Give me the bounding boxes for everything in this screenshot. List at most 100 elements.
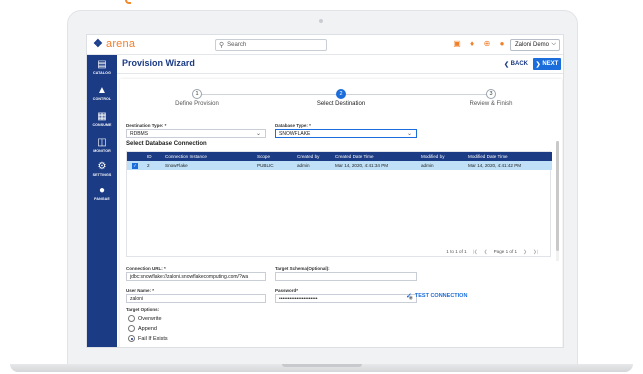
radio-button[interactable] — [128, 315, 135, 322]
wizard-card: 1 Define Provision 2 Select Destination … — [120, 79, 562, 347]
radio-label: Fail If Exists — [138, 335, 168, 342]
database-type-value: SNOWFLAKE — [279, 130, 311, 137]
sidebar: ▤ CATALOG ▲ CONTROL ▦ CONSUME ◫ MONITOR … — [87, 55, 117, 347]
user-name-input[interactable]: zaloni — [126, 294, 266, 303]
step-number: 3 — [486, 89, 496, 99]
radio-button[interactable] — [128, 335, 135, 342]
next-button[interactable]: ❯ NEXT — [533, 58, 561, 70]
password-value: •••••••••••••••••••••• — [279, 295, 318, 302]
pager-page: Page 1 of 1 — [493, 249, 518, 254]
step-select-destination[interactable]: 2 Select Destination — [301, 89, 381, 107]
top-icon-group: ▣ ♦ ⊕ ● — [452, 39, 507, 49]
back-button[interactable]: ❮ BACK — [501, 58, 531, 70]
chat-icon: ● — [98, 185, 106, 196]
column-header[interactable]: Modified by — [421, 152, 468, 161]
step-label: Define Provision — [175, 101, 219, 107]
step-review-finish[interactable]: 3 Review & Finish — [451, 89, 531, 107]
table-row[interactable]: ✓ 2 SnowFlake PUBLIC admin Mar 14, 2020,… — [127, 161, 552, 170]
page-title: Provision Wizard — [122, 58, 195, 68]
test-connection-label: TEST CONNECTION — [414, 293, 468, 299]
database-type-label: Database Type: * — [275, 123, 311, 128]
column-header[interactable]: Modified Date Time — [468, 152, 552, 161]
search-placeholder: Search — [227, 42, 247, 48]
app-logo[interactable]: ❖ arena — [93, 38, 135, 50]
sidebar-item-label: PANGAE — [94, 197, 110, 201]
column-header[interactable]: ID — [143, 152, 165, 161]
sidebar-item-label: SETTINGS — [92, 173, 112, 177]
sidebar-item-pangae[interactable]: ● PANGAE — [87, 185, 117, 209]
sidebar-item-label: CATALOG — [93, 71, 111, 75]
laptop-notch — [282, 364, 362, 367]
next-page-icon[interactable]: ❯ — [523, 249, 527, 255]
radio-option-fail-if-exists[interactable]: Fail If Exists — [128, 335, 168, 342]
user-name-label: User Name: * — [126, 288, 155, 293]
user-menu-select[interactable]: Zaloni Demo ⌵ — [510, 39, 560, 51]
test-connection-button[interactable]: ✓ TEST CONNECTION — [406, 292, 467, 300]
laptop-mockup: ❖ arena ⚲ Search ▣ ♦ ⊕ ● Zaloni Demo ⌵ ▤ — [0, 0, 643, 374]
header-checkbox-cell — [127, 152, 143, 161]
cell-id: 2 — [147, 163, 150, 168]
gear-icon: ⚙ — [97, 161, 107, 172]
title-divider — [117, 73, 563, 74]
sidebar-item-label: CONSUME — [92, 123, 112, 127]
target-schema-input[interactable] — [275, 272, 417, 281]
card-scrollbar[interactable] — [556, 141, 559, 261]
cell-instance: SnowFlake — [165, 163, 188, 168]
next-label: NEXT — [542, 61, 559, 67]
cell-created-by: admin — [297, 163, 310, 168]
step-number: 2 — [336, 89, 346, 99]
sidebar-item-settings[interactable]: ⚙ SETTINGS — [87, 161, 117, 185]
last-page-icon[interactable]: ❯| — [533, 249, 538, 255]
target-options-label: Target Options: — [126, 307, 160, 312]
help-icon[interactable]: ⊕ — [482, 39, 492, 49]
back-label: BACK — [510, 61, 529, 67]
cell-scope: PUBLIC — [257, 163, 274, 168]
sidebar-item-monitor[interactable]: ◫ MONITOR — [87, 137, 117, 161]
row-checkbox[interactable]: ✓ — [127, 161, 143, 170]
connection-url-label: Connection URL: * — [126, 266, 166, 271]
user-menu-label: Zaloni Demo — [515, 42, 550, 48]
radio-option-append[interactable]: Append — [128, 325, 157, 332]
checkmark-icon: ✓ — [406, 293, 412, 300]
sidebar-item-consume[interactable]: ▦ CONSUME — [87, 111, 117, 135]
user-icon[interactable]: ● — [497, 39, 507, 49]
bell-icon[interactable]: ♦ — [467, 39, 477, 49]
column-header[interactable]: Scope — [257, 152, 297, 161]
radio-button[interactable] — [128, 325, 135, 332]
app-screen: ❖ arena ⚲ Search ▣ ♦ ⊕ ● Zaloni Demo ⌵ ▤ — [86, 34, 564, 348]
step-label: Review & Finish — [469, 101, 513, 107]
step-number: 1 — [192, 89, 202, 99]
table-header: ID Connection Instance Scope Created by … — [127, 152, 552, 161]
chevron-down-icon: ⌄ — [406, 131, 412, 137]
search-input[interactable]: ⚲ Search — [215, 39, 327, 51]
cell-modified-by: admin — [421, 163, 434, 168]
sidebar-item-label: MONITOR — [93, 149, 111, 153]
sidebar-item-catalog[interactable]: ▤ CATALOG — [87, 59, 117, 83]
cell-modified-time: Mar 14, 2020, 4:41:42 PM — [468, 163, 522, 168]
cart-icon[interactable]: ▣ — [452, 39, 462, 49]
top-bar: ❖ arena ⚲ Search ▣ ♦ ⊕ ● Zaloni Demo ⌵ — [87, 35, 563, 55]
check-icon: ✓ — [132, 163, 138, 169]
password-input[interactable]: •••••••••••••••••••••• ◉ — [275, 294, 417, 303]
destination-type-select[interactable]: RDBMS ⌄ — [126, 129, 266, 138]
radio-option-overwrite[interactable]: Overwrite — [128, 315, 162, 322]
table-pager: 1 to 1 of 1 |❮ ❮ Page 1 of 1 ❯ ❯| — [446, 249, 538, 255]
pager-range: 1 to 1 of 1 — [446, 249, 467, 254]
column-header[interactable]: Created by — [297, 152, 335, 161]
main-content: Provision Wizard ❮ BACK ❯ NEXT 1 Define … — [117, 55, 563, 347]
cell-created-time: Mar 14, 2020, 4:41:34 PM — [335, 163, 389, 168]
decorative-mark — [125, 0, 131, 4]
step-define-provision[interactable]: 1 Define Provision — [157, 89, 237, 107]
destination-type-label: Destination Type: * — [126, 123, 167, 128]
step-label: Select Destination — [316, 101, 366, 107]
chevron-down-icon: ⌵ — [551, 41, 556, 47]
column-header[interactable]: Connection Instance — [165, 152, 257, 161]
connection-url-input[interactable]: jdbc:snowflake://zaloni.snowflakecomputi… — [126, 272, 266, 281]
column-header[interactable]: Created Date Time — [335, 152, 421, 161]
prev-page-icon[interactable]: ❮ — [484, 249, 488, 255]
database-type-select[interactable]: SNOWFLAKE ⌄ — [275, 129, 417, 138]
first-page-icon[interactable]: |❮ — [473, 249, 478, 255]
sidebar-item-control[interactable]: ▲ CONTROL — [87, 85, 117, 109]
scrollbar-thumb[interactable] — [556, 141, 559, 251]
chevron-down-icon: ⌄ — [255, 131, 261, 137]
